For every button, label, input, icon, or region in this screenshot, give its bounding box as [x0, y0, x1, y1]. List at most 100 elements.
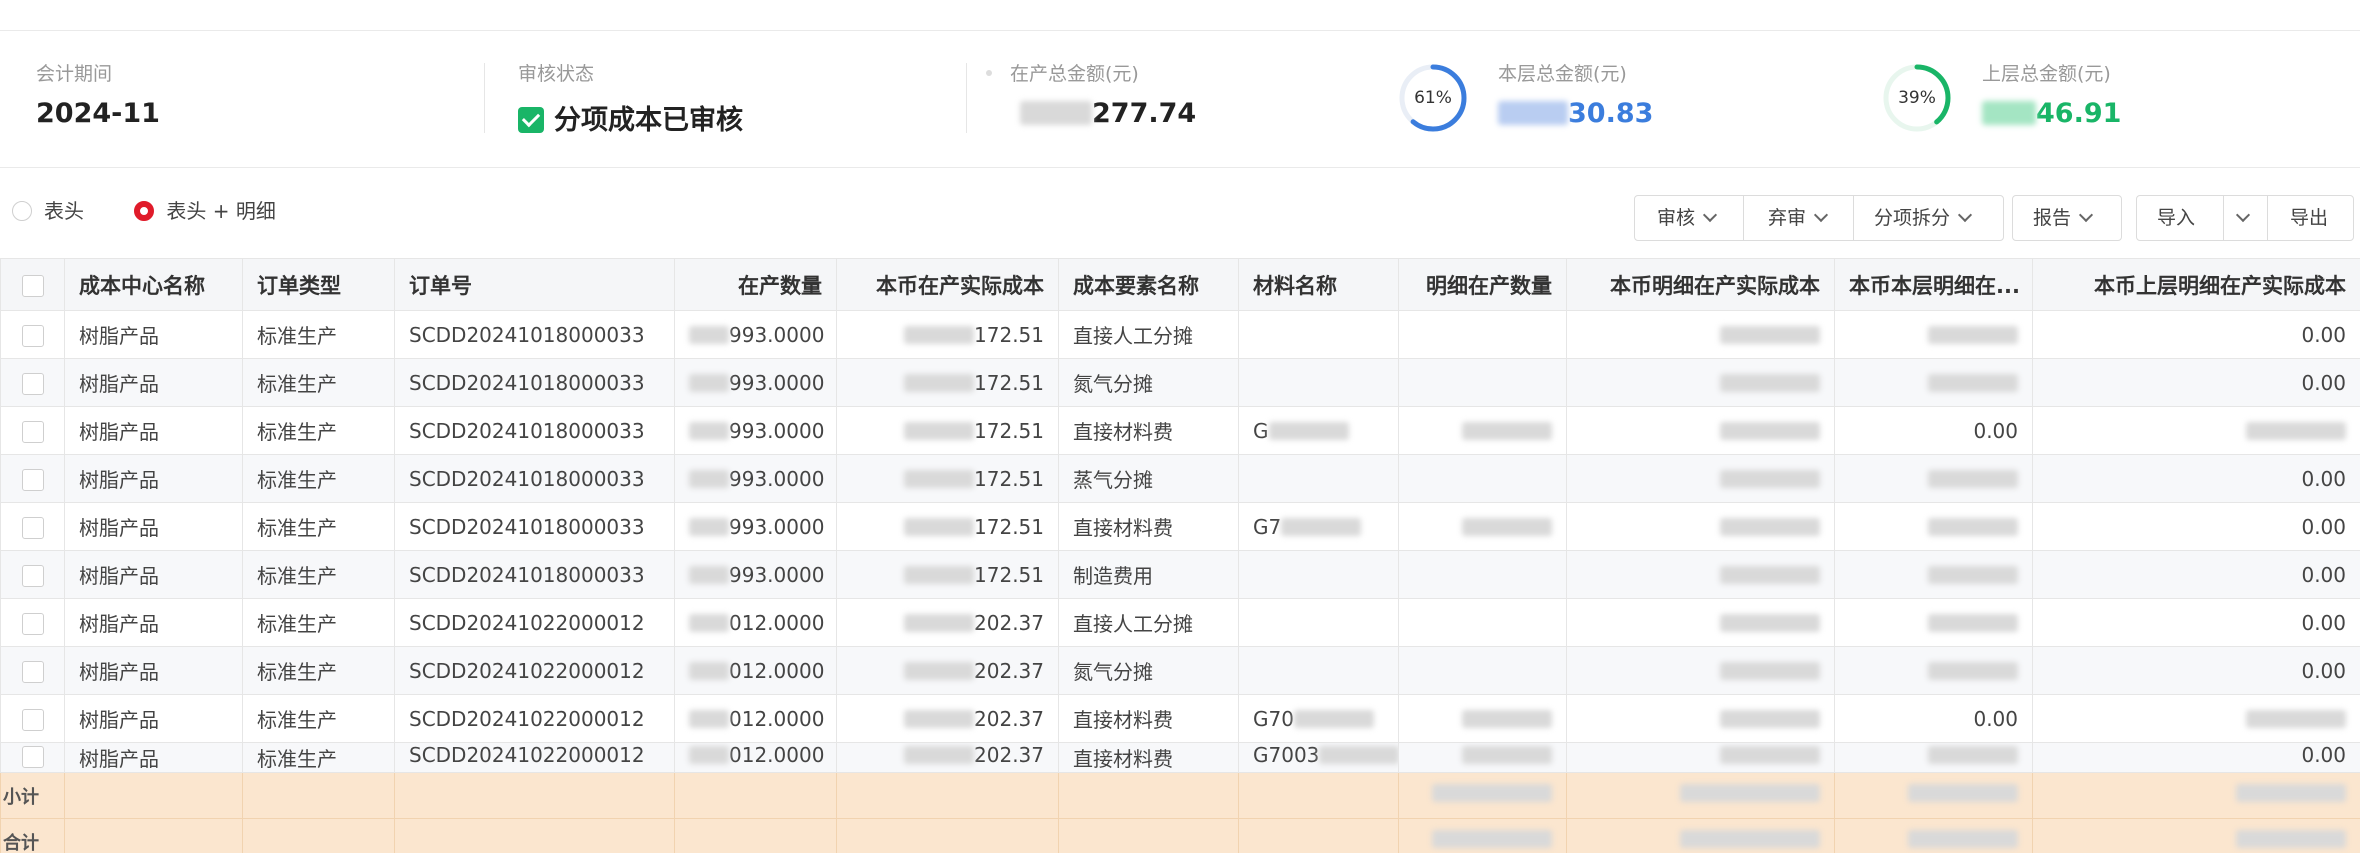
table-cell [1566, 694, 1835, 743]
table-cell: 树脂产品 [64, 502, 243, 551]
table-row[interactable]: 树脂产品 标准生产 SCDD20241018000033 993.0000 172.51… [0, 550, 2360, 599]
row-checkbox[interactable] [0, 502, 65, 551]
row-checkbox[interactable] [0, 742, 65, 773]
import-button[interactable]: 导入 [2137, 196, 2223, 240]
table-cell: 直接材料费 [1058, 406, 1239, 455]
table-cell: G [1238, 406, 1399, 455]
table-cell: 直接材料费 [1058, 742, 1239, 773]
masked-amount [1928, 746, 2018, 764]
table-cell [1398, 454, 1567, 503]
radio-header-only[interactable]: 表头 [12, 195, 84, 224]
table-cell [1834, 598, 2033, 647]
split-button[interactable]: 分项拆分 [1853, 196, 2003, 240]
unreview-button[interactable]: 弃审 [1743, 196, 1853, 240]
row-checkbox[interactable] [0, 358, 65, 407]
masked-amount [904, 565, 975, 584]
masked-amount [1293, 709, 1374, 728]
wip-total: 在产总金额(元) 277.74 [986, 59, 1196, 129]
table-cell: SCDD20241022000012 [394, 646, 675, 695]
table-cell: 蒸气分摊 [1058, 454, 1239, 503]
col-current-layer-detail[interactable]: 本币本层明细在... [1834, 258, 2033, 311]
table-cell [1834, 646, 2033, 695]
dot-icon [986, 70, 992, 76]
row-checkbox[interactable] [0, 598, 65, 647]
chevron-down-icon [1957, 207, 1973, 223]
col-cost-center[interactable]: 成本中心名称 [64, 258, 243, 311]
table-cell: 202.37 [836, 598, 1059, 647]
col-upper-layer-detail[interactable]: 本币上层明细在产实际成本 [2032, 258, 2360, 311]
table-row[interactable]: 树脂产品 标准生产 SCDD20241022000012 012.0000 202.37… [0, 646, 2360, 695]
masked-amount [1928, 373, 2018, 392]
table-cell: 0.00 [2032, 454, 2360, 503]
review-status: 审核状态 分项成本已审核 [518, 59, 743, 137]
import-dropdown-toggle[interactable] [2223, 196, 2267, 240]
col-wip-qty[interactable]: 在产数量 [674, 258, 837, 311]
row-checkbox[interactable] [0, 646, 65, 695]
table-row[interactable]: 树脂产品 标准生产 SCDD20241022000012 012.0000 202.37… [0, 694, 2360, 743]
table-cell: 树脂产品 [64, 454, 243, 503]
table-row[interactable]: 树脂产品 标准生产 SCDD20241018000033 993.0000 172.51… [0, 454, 2360, 503]
masked-amount [2236, 830, 2346, 848]
col-order-type[interactable]: 订单类型 [242, 258, 395, 311]
masked-amount [689, 373, 729, 392]
col-order-no[interactable]: 订单号 [394, 258, 675, 311]
report-button[interactable]: 报告 [2012, 195, 2122, 241]
table-cell [1238, 454, 1399, 503]
radio-selected-icon [134, 201, 155, 221]
table-cell: 氮气分摊 [1058, 358, 1239, 407]
table-row[interactable]: 树脂产品 标准生产 SCDD20241022000012 012.0000 202.37… [0, 742, 2360, 773]
review-button[interactable]: 审核 [1635, 196, 1743, 240]
col-detail-wip-qty[interactable]: 明细在产数量 [1398, 258, 1567, 311]
radio-icon [12, 201, 32, 221]
table-cell: 直接人工分摊 [1058, 310, 1239, 359]
table-row[interactable]: 树脂产品 标准生产 SCDD20241018000033 993.0000 172.51… [0, 358, 2360, 407]
table-cell [2032, 694, 2360, 743]
table-row[interactable]: 树脂产品 标准生产 SCDD20241018000033 993.0000 172.51… [0, 310, 2360, 359]
chevron-down-icon [1813, 207, 1829, 223]
table-cell [1238, 646, 1399, 695]
col-wip-cost[interactable]: 本币在产实际成本 [836, 258, 1059, 311]
table-row[interactable]: 树脂产品 标准生产 SCDD20241018000033 993.0000 172.51… [0, 406, 2360, 455]
row-checkbox[interactable] [0, 694, 65, 743]
review-button-group: 审核 弃审 分项拆分 [1634, 195, 2004, 241]
total-row: 合计 [0, 818, 2360, 853]
table-cell: 0.00 [2032, 646, 2360, 695]
masked-amount [1432, 784, 1552, 802]
table-cell: SCDD20241022000012 [394, 598, 675, 647]
row-checkbox[interactable] [0, 454, 65, 503]
row-checkbox[interactable] [0, 406, 65, 455]
row-checkbox[interactable] [0, 550, 65, 599]
cost-detail-table: 成本中心名称 订单类型 订单号 在产数量 本币在产实际成本 成本要素名称 材料名… [0, 258, 2360, 853]
wip-total-value: 277.74 [986, 98, 1196, 129]
col-material-name[interactable]: 材料名称 [1238, 258, 1399, 311]
masked-amount [1720, 565, 1820, 584]
table-cell [1398, 646, 1567, 695]
export-button[interactable]: 导出 [2267, 196, 2353, 240]
row-checkbox[interactable] [0, 310, 65, 359]
table-cell [1566, 742, 1835, 773]
table-cell [1398, 502, 1567, 551]
select-all-checkbox[interactable] [0, 258, 65, 311]
table-cell: 012.0000 [674, 742, 837, 773]
col-detail-wip-cost[interactable]: 本币明细在产实际成本 [1566, 258, 1835, 311]
table-cell: 0.00 [2032, 502, 2360, 551]
chevron-down-icon [2078, 207, 2094, 223]
table-cell: 0.00 [2032, 598, 2360, 647]
table-cell: 树脂产品 [64, 406, 243, 455]
masked-amount [689, 565, 729, 584]
table-cell: 993.0000 [674, 310, 837, 359]
col-cost-element[interactable]: 成本要素名称 [1058, 258, 1239, 311]
table-cell: 0.00 [1834, 406, 2033, 455]
table-cell [1566, 646, 1835, 695]
table-row[interactable]: 树脂产品 标准生产 SCDD20241022000012 012.0000 202.37… [0, 598, 2360, 647]
radio-header-detail[interactable]: 表头 + 明细 [134, 195, 276, 224]
masked-amount [689, 421, 729, 440]
table-row[interactable]: 树脂产品 标准生产 SCDD20241018000033 993.0000 172.51… [0, 502, 2360, 551]
table-cell: 标准生产 [242, 310, 395, 359]
table-cell [1398, 550, 1567, 599]
table-cell [1834, 310, 2033, 359]
masked-amount [1462, 517, 1552, 536]
table-cell: 012.0000 [674, 694, 837, 743]
table-cell: 标准生产 [242, 646, 395, 695]
masked-amount [1432, 830, 1552, 848]
